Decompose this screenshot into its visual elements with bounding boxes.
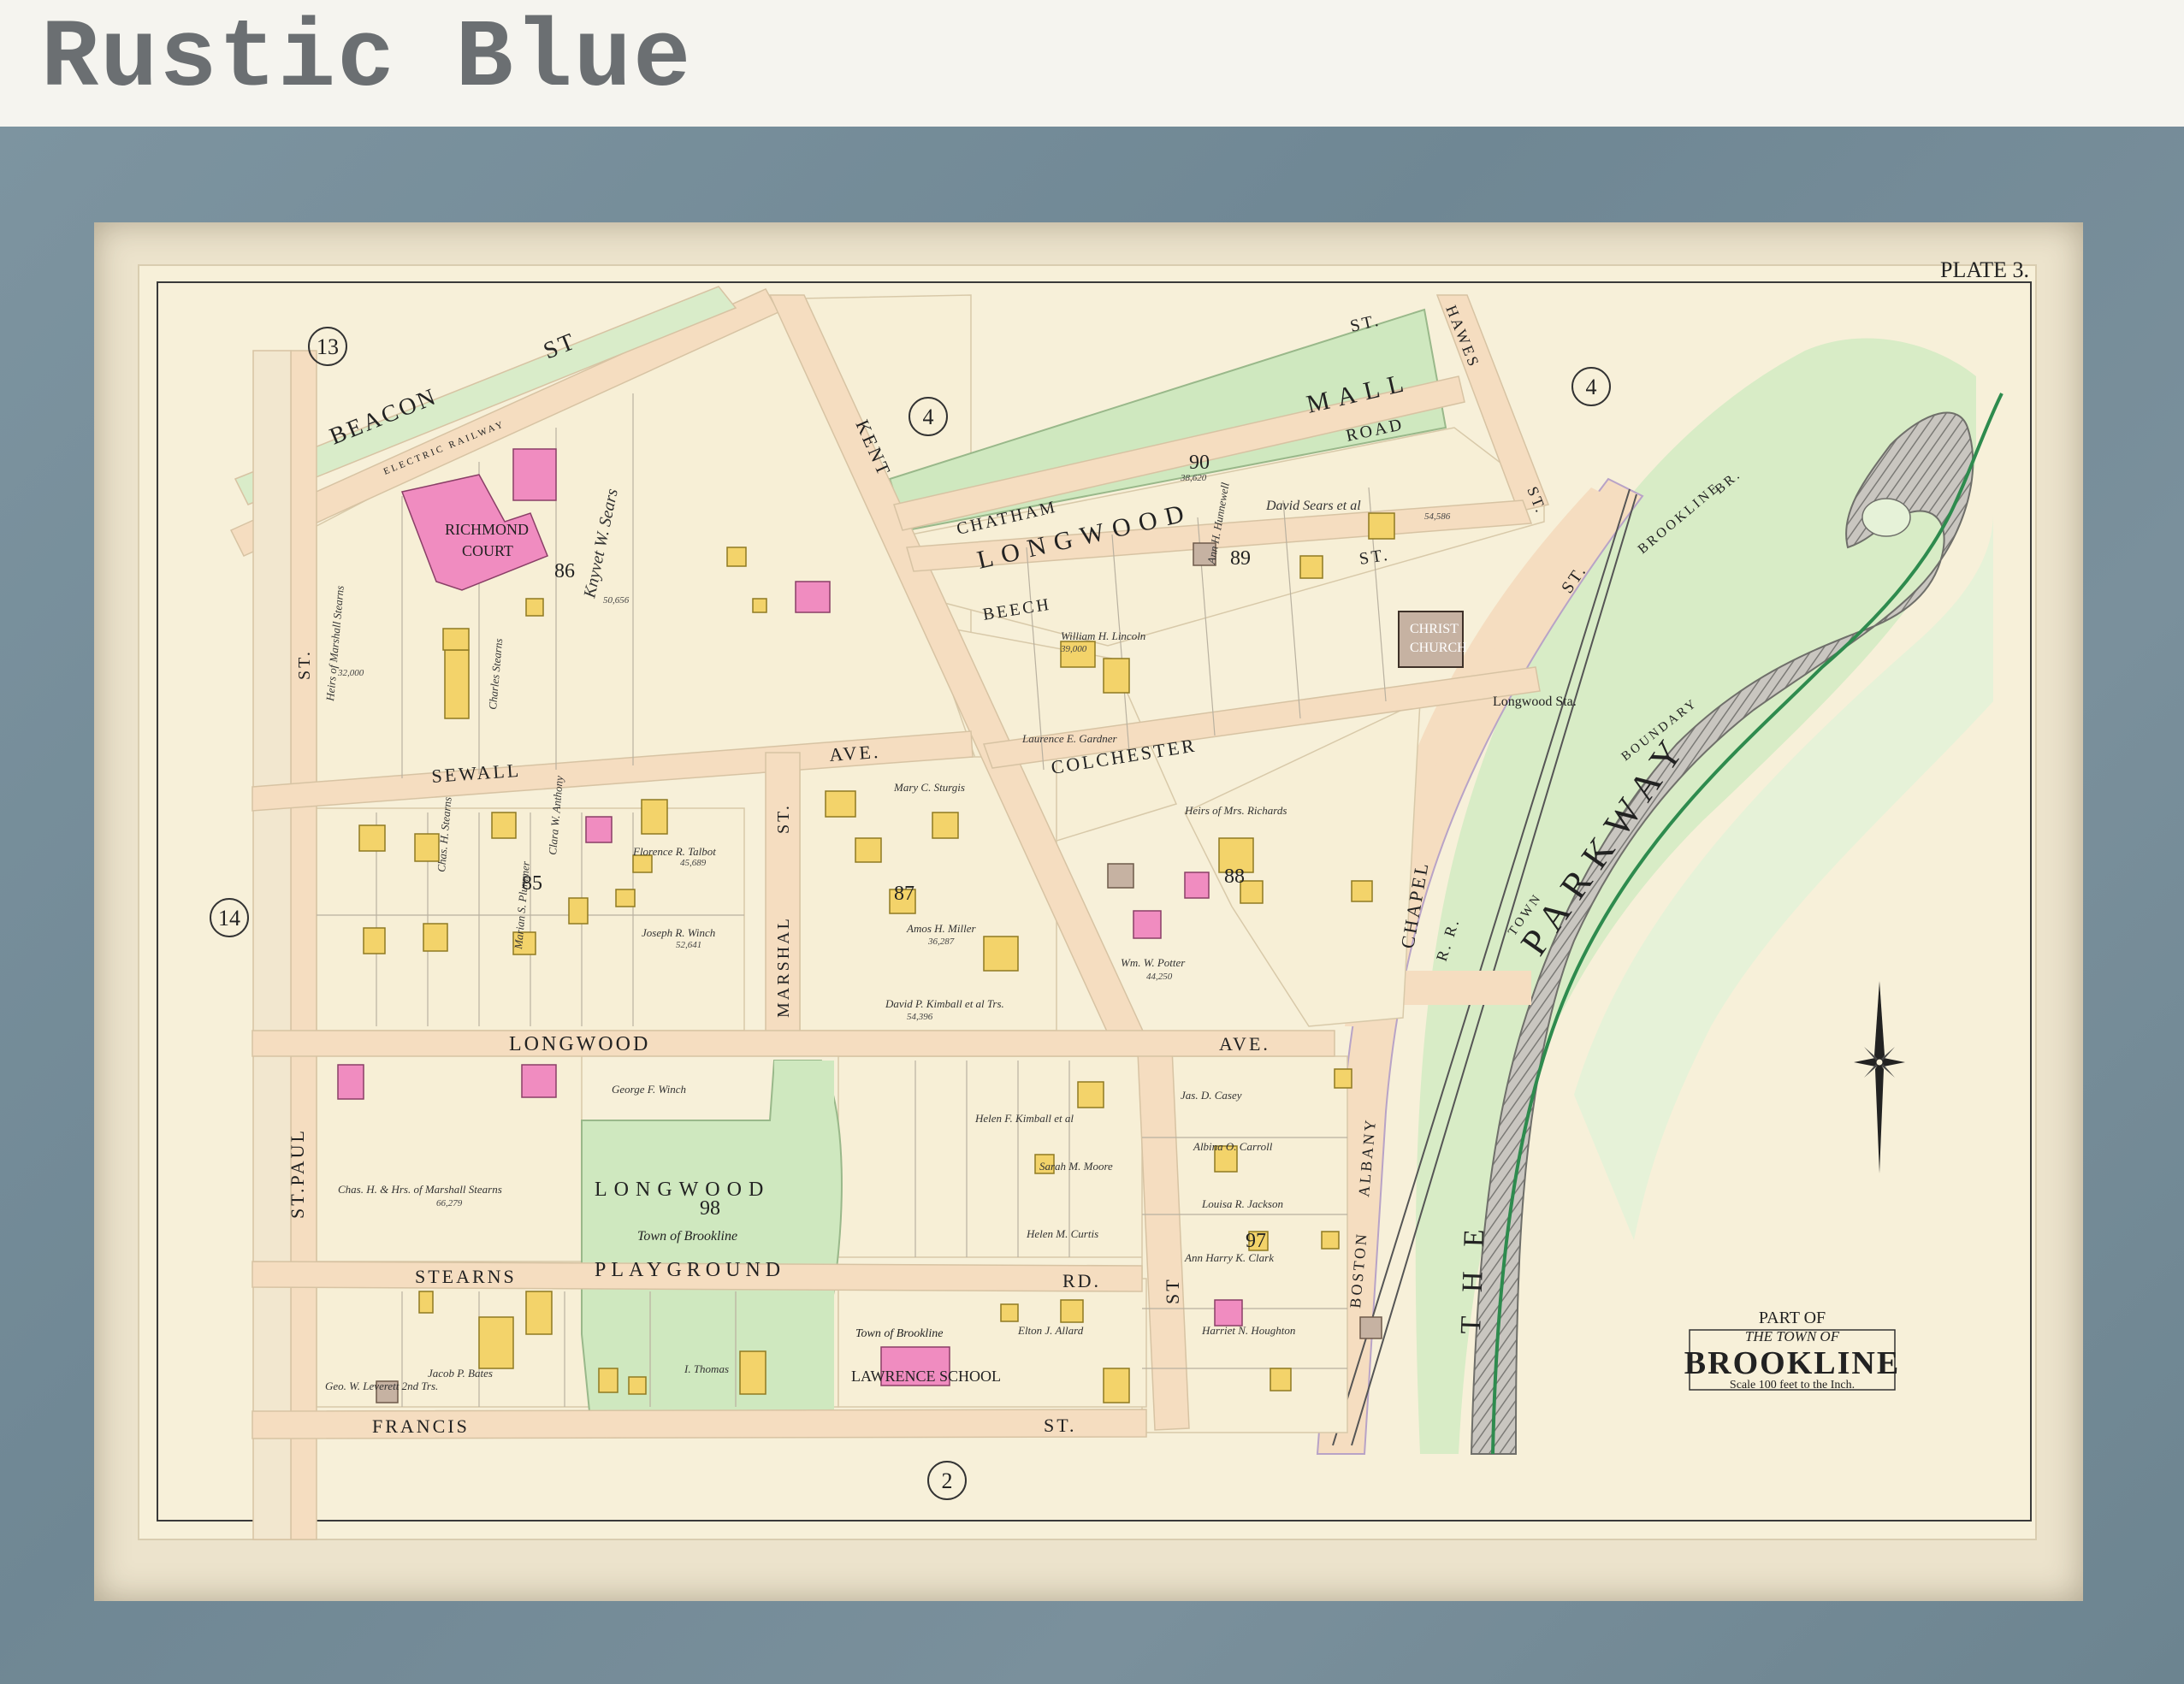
street-longwood: LONGWOOD <box>509 1033 650 1055</box>
owner-label: Harriet N. Houghton <box>1201 1324 1295 1337</box>
owner-label: I. Thomas <box>684 1362 729 1375</box>
street-longwood-ave: AVE. <box>1219 1033 1270 1055</box>
owner-label: Albina O. Carroll <box>1193 1140 1273 1153</box>
owner-label: Geo. W. Leverett 2nd Trs. <box>325 1380 438 1392</box>
owner-label: Chas. H. & Hrs. of Marshall Stearns <box>338 1183 502 1196</box>
block-number-88: 88 <box>1224 866 1245 888</box>
street-stearns-rd: RD. <box>1062 1270 1101 1291</box>
map-sheet: PLATE 3. 13 4 4 14 2 86 90 89 85 87 88 9… <box>138 257 2037 1540</box>
area-label: 39,000 <box>1060 644 1087 654</box>
cartouche-part-of: PART OF <box>1759 1309 1826 1327</box>
cartouche-the-town-of: THE TOWN OF <box>1745 1328 1840 1344</box>
sheet-ref-4-left: 4 <box>923 405 934 429</box>
owner-label: Helen F. Kimball et al <box>974 1112 1074 1125</box>
label-church: CHURCH <box>1410 641 1467 655</box>
area-label: 52,641 <box>676 940 701 950</box>
owner-label: Elton J. Allard <box>1017 1324 1084 1337</box>
label-christ: CHRIST <box>1410 622 1459 636</box>
owner-label: George F. Winch <box>612 1083 686 1096</box>
label-lawrence-school: LAWRENCE SCHOOL <box>851 1368 1001 1385</box>
owner-label: Louisa R. Jackson <box>1201 1197 1283 1210</box>
cartouche-name: BROOKLINE <box>1684 1345 1900 1381</box>
area-label: 54,586 <box>1424 511 1451 522</box>
area-label: 45,689 <box>680 858 707 868</box>
area-label: 38,620 <box>1180 473 1207 483</box>
playground-strip <box>774 1061 834 1420</box>
street-francis-st: ST. <box>1044 1415 1077 1436</box>
street-st-left: ST. <box>295 649 314 680</box>
area-label: 54,396 <box>907 1012 933 1022</box>
area-label: 66,279 <box>436 1198 463 1208</box>
owner-label: Jacob P. Bates <box>428 1367 493 1380</box>
christ-church-building <box>1398 611 1464 668</box>
street-st-lower: ST <box>1162 1277 1183 1304</box>
street-marshal: MARSHAL <box>774 916 793 1018</box>
owner-label: Mary C. Sturgis <box>893 781 965 794</box>
cartouche-scale: Scale 100 feet to the Inch. <box>1730 1379 1855 1392</box>
label-the: T H E <box>1455 1220 1491 1335</box>
label-town-of-brookline-school: Town of Brookline <box>855 1327 943 1340</box>
area-label: 44,250 <box>1146 972 1173 982</box>
label-longwood-station: Longwood Sta. <box>1493 694 1577 709</box>
block-number-89: 89 <box>1230 547 1251 570</box>
owner-label: Jas. D. Casey <box>1181 1089 1242 1102</box>
area-label: 36,287 <box>927 937 955 947</box>
owner-label: Wm. W. Potter <box>1121 956 1186 969</box>
sheet-ref-14: 14 <box>218 906 240 931</box>
owner-label: Helen M. Curtis <box>1026 1227 1098 1240</box>
street-marshal-st: ST. <box>774 803 793 834</box>
block-number-97: 97 <box>1246 1230 1266 1252</box>
label-court: COURT <box>462 542 513 559</box>
label-playground: PLAYGROUND <box>595 1259 785 1281</box>
owner-label: Sarah M. Moore <box>1039 1160 1113 1173</box>
street-francis: FRANCIS <box>372 1415 470 1437</box>
sheet-ref-4-right: 4 <box>1586 375 1597 399</box>
owner-label: Amos H. Miller <box>906 922 976 935</box>
street-st-paul: ST.PAUL <box>287 1128 308 1219</box>
block-number-86: 86 <box>554 560 575 582</box>
owner-label: Joseph R. Winch <box>642 926 715 939</box>
sheet-ref-13: 13 <box>317 334 339 359</box>
label-richmond: RICHMOND <box>445 521 529 538</box>
owner-label: David Sears et al <box>1265 499 1361 513</box>
owner-label: Heirs of Mrs. Richards <box>1184 804 1287 817</box>
owner-label: Florence R. Talbot <box>632 845 716 858</box>
label-town-of-brookline: Town of Brookline <box>637 1229 737 1244</box>
plate-number: PLATE 3. <box>1940 257 2029 282</box>
label-playground-name: LONGWOOD <box>595 1179 770 1201</box>
area-label: 50,656 <box>603 595 630 606</box>
owner-label: Laurence E. Gardner <box>1021 732 1118 745</box>
parkway-connector <box>1386 971 1531 1005</box>
owner-label: David P. Kimball et al Trs. <box>885 997 1004 1010</box>
block-number-87: 87 <box>894 883 914 905</box>
street-sewall-ave: AVE. <box>829 741 881 765</box>
street-stearns: STEARNS <box>415 1266 517 1287</box>
area-label: 32,000 <box>337 668 364 678</box>
block-number-90: 90 <box>1189 452 1210 474</box>
owner-label: William H. Lincoln <box>1061 629 1145 642</box>
owner-label: Ann Harry K. Clark <box>1184 1251 1274 1264</box>
river-island <box>1861 498 1911 537</box>
sheet-ref-2: 2 <box>942 1468 953 1493</box>
